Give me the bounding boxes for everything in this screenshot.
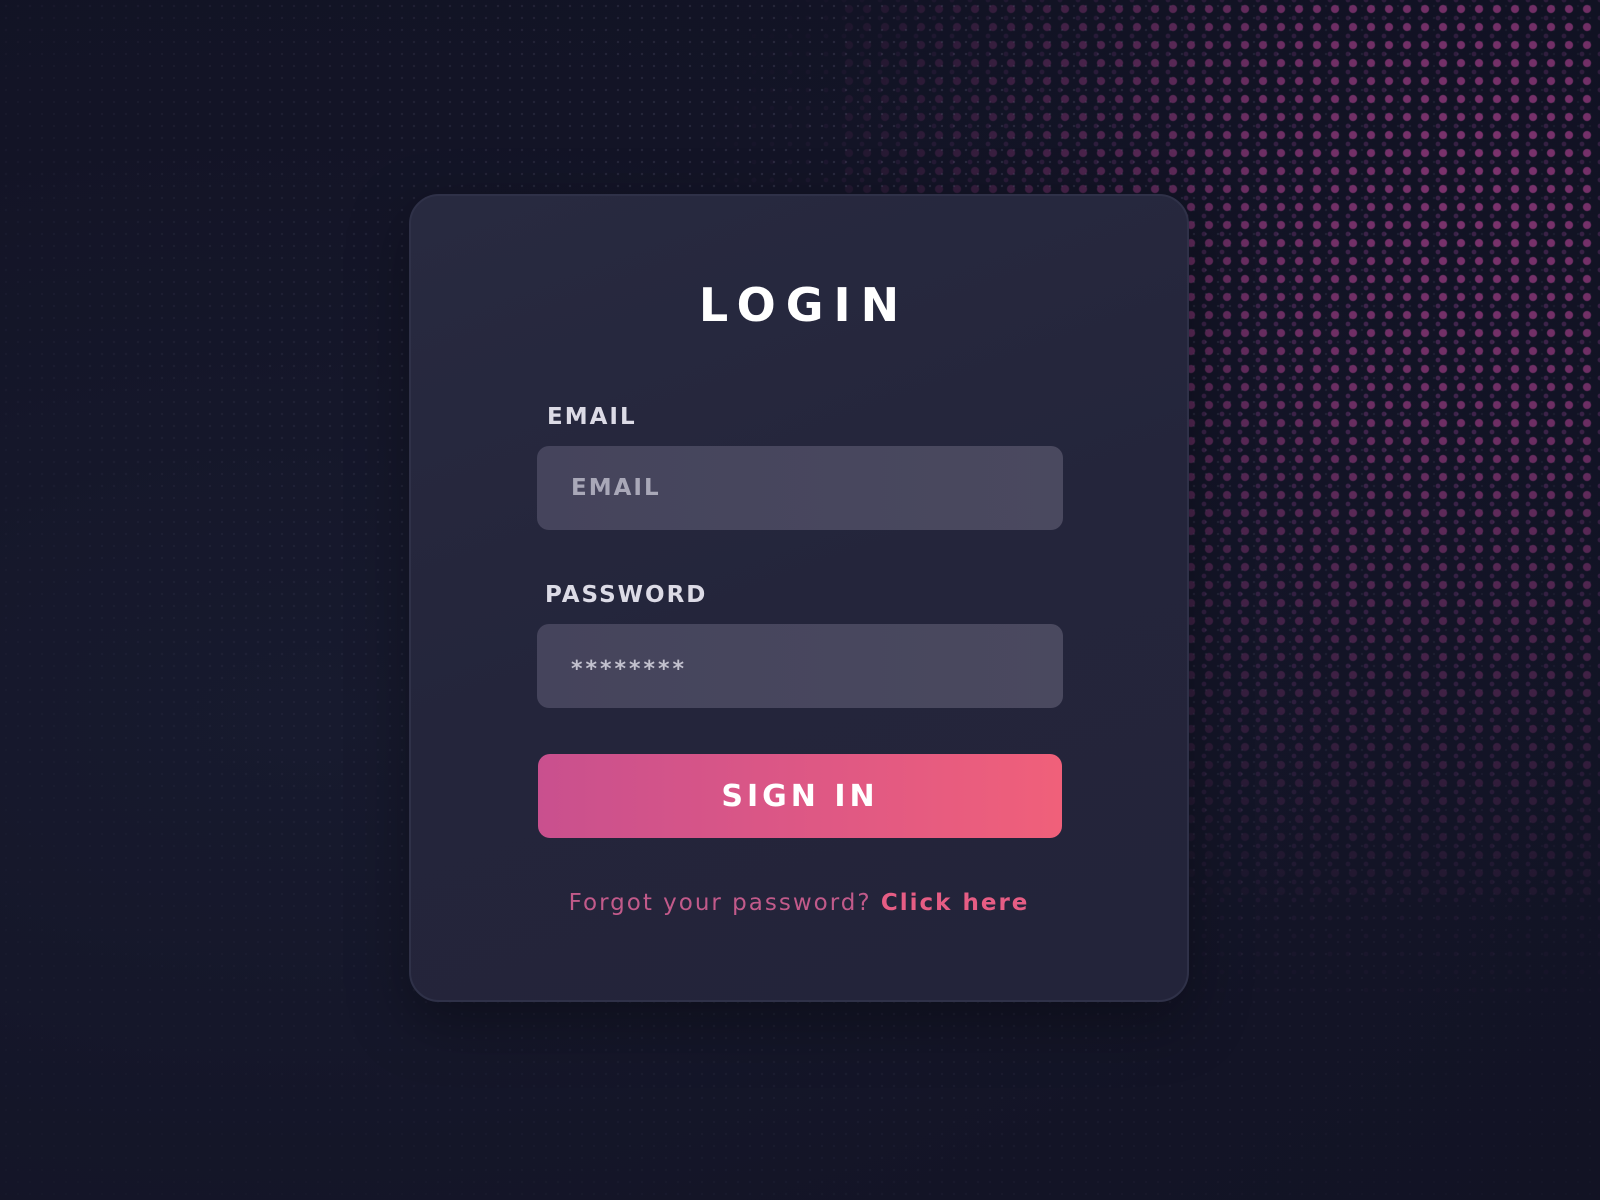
- login-title: LOGIN: [698, 278, 910, 332]
- sign-in-button[interactable]: SIGN IN: [538, 754, 1062, 838]
- login-card: LOGIN EMAIL EMAIL PASSWORD ******** SIGN…: [409, 194, 1189, 1002]
- email-field[interactable]: EMAIL: [537, 446, 1063, 530]
- forgot-password-text: Forgot your password?: [568, 890, 872, 916]
- email-placeholder: EMAIL: [571, 475, 661, 501]
- forgot-password-row: Forgot your password? Click here: [411, 890, 1187, 916]
- forgot-password-link[interactable]: Click here: [881, 890, 1030, 916]
- password-label: PASSWORD: [545, 582, 708, 608]
- email-label: EMAIL: [547, 404, 637, 430]
- password-value: ********: [571, 656, 688, 682]
- password-field[interactable]: ********: [537, 624, 1063, 708]
- login-page: LOGIN EMAIL EMAIL PASSWORD ******** SIGN…: [0, 0, 1600, 1200]
